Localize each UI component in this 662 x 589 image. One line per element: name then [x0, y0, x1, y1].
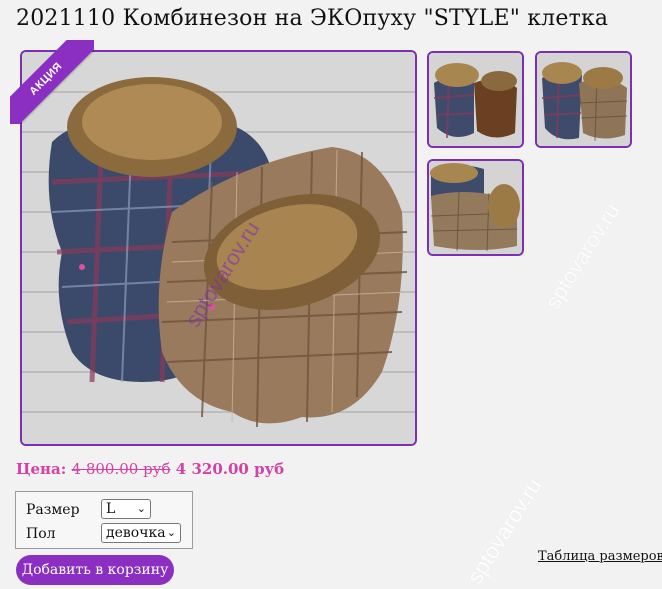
size-select-value: L	[106, 501, 116, 517]
size-table-link[interactable]: Таблица размеров	[538, 549, 662, 564]
sex-select-value: девочка	[106, 525, 166, 541]
size-select[interactable]: L ⌄	[101, 499, 151, 519]
sex-select[interactable]: девочка ⌄	[101, 523, 181, 543]
add-to-cart-button[interactable]: Добавить в корзину	[16, 555, 174, 585]
sale-badge-label: АКЦИЯ	[10, 40, 94, 124]
thumbnail-2[interactable]	[535, 51, 632, 148]
thumbnail-1[interactable]	[427, 51, 524, 148]
size-option-row: Размер	[26, 502, 98, 518]
watermark-bottom: sptovarov.ru	[462, 473, 547, 589]
watermark-right: sptovarov.ru	[540, 198, 625, 314]
product-title: 2021110 Комбинезон на ЭКОпуху "STYLE" кл…	[16, 6, 609, 31]
sex-label: Пол	[26, 526, 56, 542]
chevron-down-icon: ⌄	[136, 502, 146, 515]
thumbnail-3[interactable]	[427, 159, 524, 256]
chevron-down-icon: ⌄	[166, 526, 176, 539]
price-old: 4 800.00 руб	[71, 460, 171, 478]
price-new: 4 320.00 руб	[175, 460, 285, 478]
product-options: Размер L ⌄ Пол девочка ⌄	[15, 491, 193, 549]
price-row: Цена: 4 800.00 руб 4 320.00 руб	[16, 460, 284, 478]
sale-ribbon: АКЦИЯ	[10, 40, 94, 124]
price-label: Цена:	[16, 460, 67, 478]
size-label: Размер	[26, 502, 80, 518]
sex-option-row: Пол	[26, 526, 98, 542]
